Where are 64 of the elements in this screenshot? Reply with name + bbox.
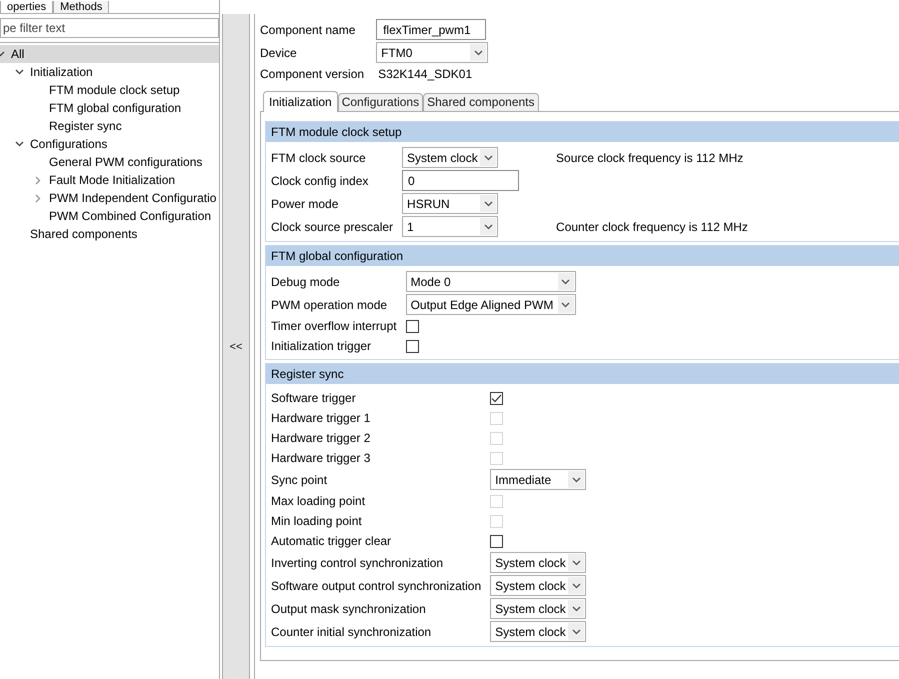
tree-item[interactable]: All [0, 45, 219, 63]
checkbox[interactable] [490, 392, 504, 404]
field-label: Hardware trigger 1 [271, 410, 372, 427]
name-field[interactable]: flexTimer_pwm1 [376, 19, 486, 40]
tab[interactable]: Shared components [423, 93, 538, 111]
section-header: FTM global configuration [266, 246, 899, 266]
tab[interactable]: Configurations [338, 93, 424, 111]
field-label: Debug mode [271, 274, 341, 290]
field-label: Software trigger [271, 390, 357, 407]
tree-item[interactable]: FTM global configuration [0, 99, 219, 117]
section-header: FTM module clock setup [266, 122, 899, 142]
field-label: Software output control synchronization [271, 578, 482, 594]
field-label: Component version [260, 67, 364, 81]
field-label: Automatic trigger clear [271, 533, 392, 550]
field-label: PWM operation mode [271, 296, 388, 314]
version-text: S32K144_SDK01 [377, 66, 474, 83]
dropdown[interactable]: 1 [402, 216, 498, 237]
dropdown[interactable]: Output Edge Aligned PWM [406, 294, 576, 315]
tree-item[interactable]: Shared components [0, 225, 219, 243]
collapse-button[interactable]: << [230, 340, 242, 352]
field-label: Component name [260, 22, 356, 36]
tree-item[interactable]: General PWM configurations [0, 153, 219, 171]
field-label: Hardware trigger 3 [271, 450, 372, 467]
field-label: Power mode [271, 196, 340, 212]
checkbox[interactable] [406, 340, 419, 352]
field-label: Clock config index [271, 172, 370, 190]
field-label: FTM clock source [271, 150, 367, 166]
field-label: Initialization trigger [271, 338, 372, 355]
field-label: Hardware trigger 2 [271, 430, 372, 447]
dropdown[interactable]: Immediate [490, 469, 586, 490]
checkbox[interactable] [406, 320, 419, 332]
info-text: Source clock frequency is 112 MHz [556, 150, 744, 164]
dropdown[interactable]: System clock [402, 147, 498, 168]
tree-item[interactable]: Configurations [0, 135, 219, 153]
tree-item[interactable]: Initialization [0, 63, 219, 81]
dropdown[interactable]: System clock [490, 621, 586, 642]
tree-item[interactable]: PWM Combined Configuration [0, 207, 219, 225]
tree-item[interactable]: PWM Independent Configuratio [0, 189, 219, 207]
dropdown[interactable]: System clock [490, 575, 586, 596]
field-label: Sync point [271, 472, 328, 488]
field-label: Max loading point [271, 493, 366, 510]
info-text: Counter clock frequency is 112 MHz [556, 220, 748, 234]
dropdown[interactable]: HSRUN [402, 193, 498, 214]
tree-item[interactable]: FTM module clock setup [0, 81, 219, 99]
field-label: Counter initial synchronization [271, 624, 432, 640]
dropdown[interactable]: System clock [490, 598, 586, 619]
field-label: Clock source prescaler [271, 218, 394, 236]
dropdown[interactable]: System clock [490, 552, 586, 573]
field-label: Inverting control synchronization [271, 554, 444, 572]
tree-item[interactable]: Fault Mode Initialization [0, 171, 219, 189]
view-tab[interactable]: operties [0, 1, 54, 14]
field-label: Output mask synchronization [271, 600, 427, 618]
input-field[interactable]: 0 [402, 170, 520, 191]
section-header: Register sync [266, 364, 899, 384]
field-label: Device [260, 46, 298, 60]
field-label: Timer overflow interrupt [271, 318, 397, 335]
view-tab[interactable]: Methods [53, 1, 110, 14]
tab[interactable]: Initialization [263, 91, 338, 112]
checkbox[interactable] [490, 534, 504, 548]
field-label: Min loading point [271, 513, 363, 530]
tree-item[interactable]: Register sync [0, 117, 219, 135]
dropdown[interactable]: FTM0 [376, 42, 488, 63]
dropdown[interactable]: Mode 0 [406, 271, 576, 292]
filter-field[interactable]: pe filter text [0, 18, 219, 38]
